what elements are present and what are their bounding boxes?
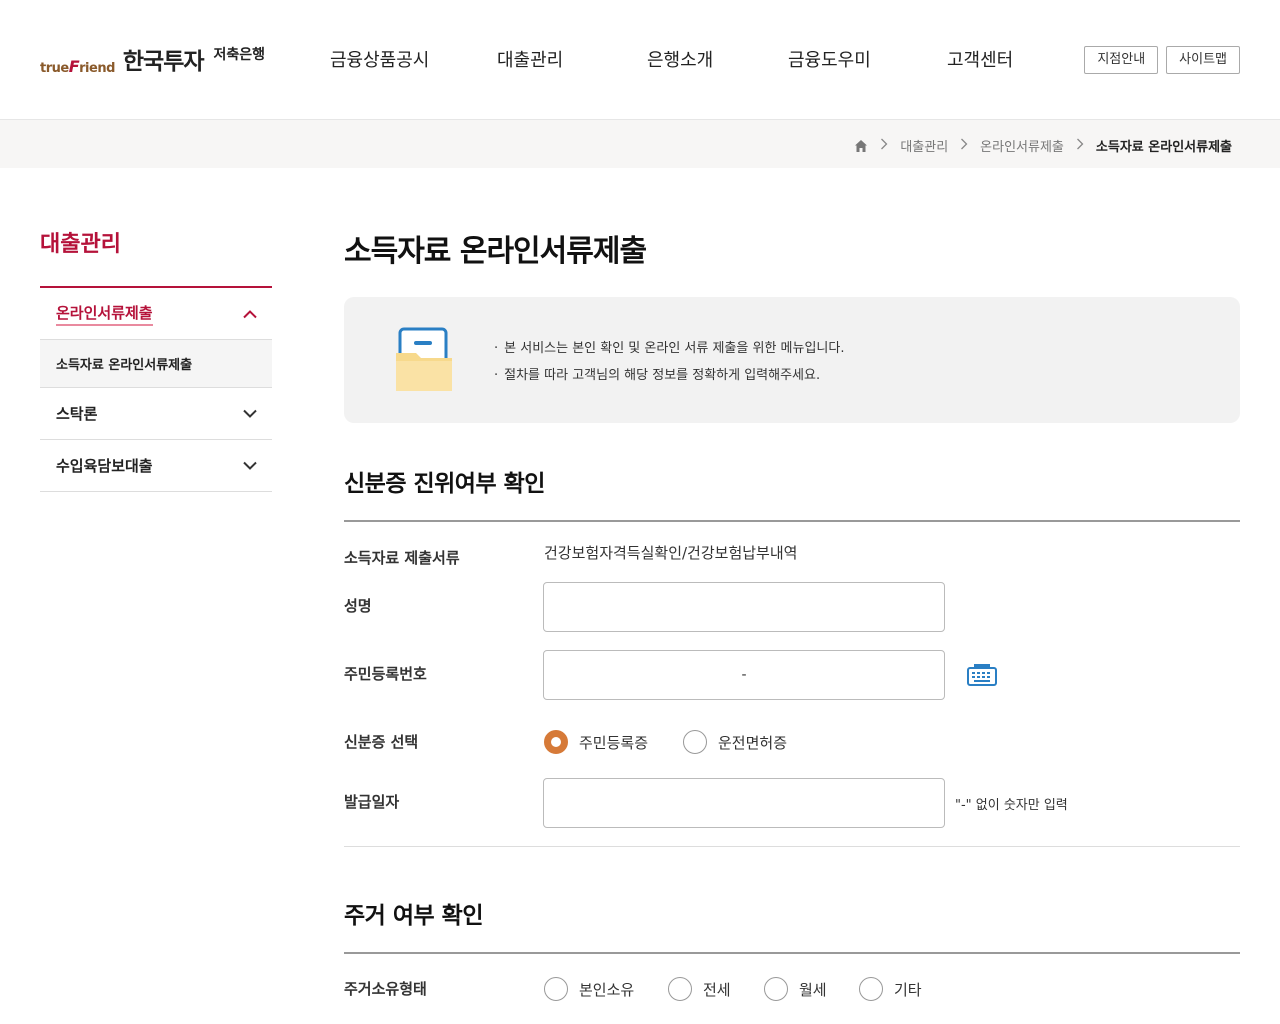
sidebar-item-label: 온라인서류제출 [56,302,153,326]
name-label: 성명 [344,597,372,615]
chevron-right-icon [880,138,888,154]
keyboard-icon[interactable] [966,663,998,687]
page-title: 소득자료 온라인서류제출 [344,234,647,269]
breadcrumb-item-loan-management[interactable]: 대출관리 [900,136,948,155]
doc-type-label: 소득자료 제출서류 [344,549,460,567]
section-divider [344,520,1240,522]
breadcrumb-current: 소득자료 온라인서류제출 [1095,140,1232,155]
issue-date-input[interactable] [543,778,945,828]
doc-type-value: 건강보험자격득실확인/건강보험납부내역 [544,544,798,562]
housing-type-label: 주거소유형태 [344,980,427,998]
radio-owned[interactable]: 본인소유 [544,977,634,1001]
rrn-label: 주민등록번호 [344,665,427,683]
sidebar-item-label: 스탁론 [56,405,98,423]
breadcrumb: 대출관리 온라인서류제출 소득자료 온라인서류제출 [854,136,1232,155]
chevron-down-icon [243,409,257,418]
folder-document-icon [396,327,452,391]
sidebar-nav: 온라인서류제출 소득자료 온라인서류제출 스탁론 수입육담보대출 [40,286,272,492]
radio-circle [544,730,568,754]
breadcrumb-bar: 대출관리 온라인서류제출 소득자료 온라인서류제출 [0,120,1280,168]
sidebar-subitem-income-docs[interactable]: 소득자료 온라인서류제출 [40,340,272,388]
nav-loan-management[interactable]: 대출관리 [497,46,563,72]
chevron-up-icon [243,309,257,318]
radio-other[interactable]: 기타 [859,977,922,1001]
radio-label: 본인소유 [579,980,635,999]
section-divider [344,952,1240,954]
info-list: 본 서비스는 본인 확인 및 온라인 서류 제출을 위한 메뉴입니다. 절차를 … [494,335,844,389]
radio-resident-card[interactable]: 주민등록증 [544,730,648,754]
radio-circle [668,977,692,1001]
nav-finance-helper[interactable]: 금융도우미 [788,46,871,72]
radio-monthly-rent[interactable]: 월세 [764,977,827,1001]
sitemap-button[interactable]: 사이트맵 [1166,46,1240,74]
radio-label: 기타 [894,980,922,999]
name-input[interactable] [543,582,945,632]
site-header: trueFriend 한국투자 저축은행 금융상품공시 대출관리 은행소개 금융… [0,0,1280,120]
sidebar-title: 대출관리 [40,232,121,257]
id-type-label: 신분증 선택 [344,733,419,751]
section-title-residence: 주거 여부 확인 [344,903,483,929]
radio-circle [544,977,568,1001]
breadcrumb-item-online-docs[interactable]: 온라인서류제출 [980,136,1064,155]
section-title-id-verify: 신분증 진위여부 확인 [344,471,545,497]
sidebar-item-stock-loan[interactable]: 스탁론 [40,388,272,440]
utility-links: 지점안내 사이트맵 [1084,46,1240,74]
sidebar-item-label: 수입육담보대출 [56,457,153,475]
sidebar-item-import-meat-loan[interactable]: 수입육담보대출 [40,440,272,492]
radio-driver-license[interactable]: 운전면허증 [683,730,787,754]
logo-truefriend: trueFriend [40,57,115,76]
nav-customer-center[interactable]: 고객센터 [947,46,1013,72]
chevron-right-icon [1076,138,1084,154]
radio-label: 운전면허증 [718,733,788,752]
radio-label: 주민등록증 [579,733,649,752]
nav-products[interactable]: 금융상품공시 [330,46,429,72]
rrn-input[interactable]: - [543,650,945,700]
section-end-divider [344,846,1240,847]
logo-sub-text: 저축은행 [213,47,266,63]
logo[interactable]: trueFriend 한국투자 저축은행 [40,42,265,76]
radio-circle [859,977,883,1001]
radio-jeonse[interactable]: 전세 [668,977,731,1001]
home-icon[interactable] [854,139,868,153]
issue-date-label: 발급일자 [344,793,400,811]
chevron-down-icon [243,461,257,470]
logo-main-text: 한국투자 [122,49,205,75]
radio-label: 월세 [799,980,827,999]
radio-label: 전세 [703,980,731,999]
info-item: 절차를 따라 고객님의 해당 정보를 정확하게 입력해주세요. [494,362,844,389]
nav-about-bank[interactable]: 은행소개 [647,46,713,72]
branch-guide-button[interactable]: 지점안내 [1084,46,1159,74]
chevron-right-icon [960,138,968,154]
info-item: 본 서비스는 본인 확인 및 온라인 서류 제출을 위한 메뉴입니다. [494,335,844,362]
info-box: 본 서비스는 본인 확인 및 온라인 서류 제출을 위한 메뉴입니다. 절차를 … [344,297,1240,423]
issue-date-hint: "-" 없이 숫자만 입력 [955,798,1068,813]
radio-circle [764,977,788,1001]
radio-circle [683,730,707,754]
sidebar-item-online-docs[interactable]: 온라인서류제출 [40,288,272,340]
